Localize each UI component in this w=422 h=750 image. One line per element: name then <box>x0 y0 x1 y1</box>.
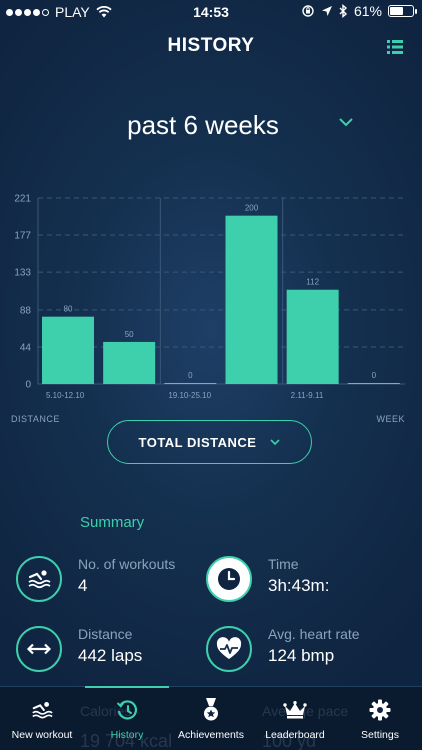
stat-heart-rate: Avg. heart rate 124 bmp <box>206 626 360 672</box>
bar <box>103 341 156 384</box>
distance-arrows-icon <box>16 626 62 672</box>
bar <box>347 383 400 384</box>
metric-label: TOTAL DISTANCE <box>138 434 257 450</box>
battery-fill <box>390 7 404 15</box>
bluetooth-icon <box>339 4 348 18</box>
bar <box>164 383 217 384</box>
stat-label: Distance <box>78 626 133 642</box>
tab-leaderboard[interactable]: Leaderboard <box>253 687 337 750</box>
heart-rate-icon <box>206 626 252 672</box>
metric-dropdown-button[interactable]: TOTAL DISTANCE <box>107 420 312 464</box>
bar <box>42 316 94 384</box>
bar-value-label: 0 <box>372 371 377 380</box>
period-selector[interactable]: past 6 weeks <box>0 110 422 146</box>
y-tick-label: 44 <box>20 342 32 353</box>
stat-value: 3h:43m: <box>268 576 330 595</box>
tab-history[interactable]: History <box>85 687 169 750</box>
swimmer-icon <box>30 699 54 721</box>
history-icon <box>115 699 139 721</box>
tab-label: Achievements <box>178 729 244 741</box>
orientation-lock-icon <box>302 5 314 17</box>
tab-new-workout[interactable]: New workout <box>0 687 84 750</box>
tab-label: Settings <box>361 729 399 741</box>
stat-value: 124 bmp <box>268 646 335 665</box>
tab-label: New workout <box>11 729 73 741</box>
status-bar: PLAY 14:53 61% <box>0 0 422 24</box>
bar-value-label: 200 <box>245 204 259 213</box>
status-right: 61% <box>301 3 417 19</box>
tab-bar: Calories 19 704 kcal Average pace 100 yd… <box>0 686 422 750</box>
bar <box>286 289 339 384</box>
stat-text: Time 3h:43m: <box>268 556 329 596</box>
bar <box>225 215 278 384</box>
y-tick-label: 88 <box>20 305 32 316</box>
bar-value-label: 80 <box>64 305 73 314</box>
stat-value: 442 laps <box>78 646 143 665</box>
tab-label: Leaderboard <box>265 729 325 741</box>
gear-icon <box>368 699 392 721</box>
stat-value: 4 <box>78 576 88 595</box>
stat-distance: Distance 442 laps <box>16 626 142 672</box>
battery-icon <box>388 5 417 17</box>
list-icon[interactable] <box>387 40 403 54</box>
location-icon <box>321 6 332 16</box>
bar-value-label: 112 <box>306 278 319 287</box>
y-tick-label: 133 <box>14 268 31 279</box>
tab-achievements[interactable]: Achievements <box>169 687 253 750</box>
summary-title: Summary <box>80 514 145 531</box>
x-tick-label: 19.10-25.10 <box>168 391 211 400</box>
tab-label: History <box>110 729 144 741</box>
y-axis-title: DISTANCE <box>11 414 60 424</box>
chevron-down-icon <box>339 118 353 127</box>
clock-icon <box>206 556 252 602</box>
x-tick-label: 2.11-9.11 <box>291 391 324 400</box>
battery-percent: 61% <box>353 3 382 19</box>
stat-text: Distance 442 laps <box>78 626 142 666</box>
bar-value-label: 50 <box>125 330 134 339</box>
medal-icon <box>199 698 223 721</box>
stat-label: Avg. heart rate <box>268 626 360 642</box>
chevron-down-icon <box>270 438 281 445</box>
swimmer-icon <box>16 556 62 602</box>
y-tick-label: 177 <box>14 231 31 242</box>
bar-value-label: 0 <box>188 371 193 380</box>
page-title: HISTORY <box>167 35 255 56</box>
stat-time: Time 3h:43m: <box>206 556 329 602</box>
x-axis-title: WEEK <box>376 414 405 424</box>
x-tick-label: 5.10-12.10 <box>46 391 85 400</box>
stat-label: Time <box>268 556 299 572</box>
stat-workouts: No. of workouts 4 <box>16 556 175 602</box>
crown-icon <box>283 699 307 721</box>
stat-text: Avg. heart rate 124 bmp <box>268 626 360 666</box>
distance-bar-chart: 0 44 88 133 177 221 80 50 0 200 112 0 5.10-12.10 19.1… <box>14 194 405 400</box>
y-tick-label: 221 <box>14 194 31 205</box>
stat-label: No. of workouts <box>78 556 176 572</box>
tab-settings[interactable]: Settings <box>338 687 422 750</box>
y-tick-label: 0 <box>25 380 31 391</box>
stat-text: No. of workouts 4 <box>78 556 175 596</box>
